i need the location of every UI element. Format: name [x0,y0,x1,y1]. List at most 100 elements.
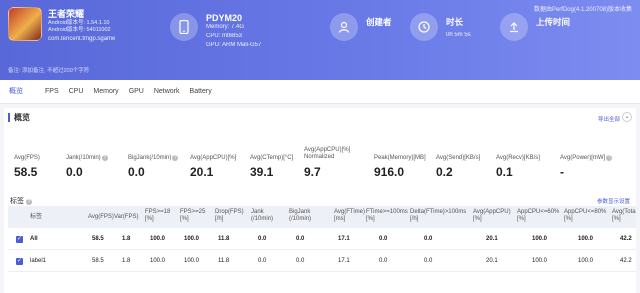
metric-label: Avg(AppCPU)[%] Normalized [304,147,351,160]
tab-bar: 概览 FPS CPU Memory GPU Network Battery [0,80,640,104]
column-settings-link[interactable]: 参数显示设置 [597,197,630,205]
tab-overview[interactable]: 概览 [4,80,28,104]
metric-value: 9.7 [304,165,321,179]
col-header: BigJank (/10min) [289,209,312,222]
cell: 17.1 [338,258,350,264]
tab-battery[interactable]: Battery [185,80,217,104]
overview-title: 概览 [14,113,30,122]
cell: 58.5 [92,258,104,264]
cell: 0.0 [379,258,388,264]
col-header: 标签 [30,214,43,220]
package-name: com.tencent.tmgp.sgame [48,36,116,42]
android-version-code: Android版本号: 54011002 [48,27,111,33]
tags-title: 标签 [10,198,24,205]
metric-value: 916.0 [374,165,405,179]
col-header: FPS>=25 [%] [180,209,206,222]
remark-field[interactable]: 备注: 添加备注, 不超过200个字符 [8,66,89,74]
table-header: 标签 Avg(FPS) Var(FPS) FPS>=18 [%] FPS>=25… [8,206,636,228]
tab-network[interactable]: Network [149,80,185,104]
cell: 17.1 [338,236,350,242]
help-icon[interactable]: ? [25,199,32,205]
tab-fps[interactable]: FPS [40,80,64,104]
cell: 100.0 [184,258,200,264]
tags-heading: 标签 ? [10,196,32,206]
clock-icon [410,13,438,41]
tab-memory[interactable]: Memory [88,80,123,104]
col-header: AppCPU<=80% [%] [564,209,607,222]
metric-label: Avg(Send)[KB/s] [436,155,481,161]
row-checkbox[interactable]: ✓ [16,236,23,243]
cell: 100.0 [578,236,594,242]
cell: 0.0 [424,258,433,264]
tab-gpu[interactable]: GPU [124,80,149,104]
help-icon[interactable]: ? [172,155,179,161]
device-memory: Memory: 7.4G [206,24,245,30]
cell: 0.0 [258,258,267,264]
android-version: Android版本号: 1.54.1.10 [48,20,110,26]
metric-value: 0.1 [496,165,513,179]
cell: 0.0 [424,236,433,242]
metric-bigjank: BigJank(/10min)? 0.0 [128,147,179,179]
cell: 100.0 [150,258,166,264]
cell: 100.0 [532,258,548,264]
metric-value: 0.0 [128,165,145,179]
upload-icon [500,13,528,41]
creator-summary: 创建者 [330,13,392,41]
cell: 100.0 [184,236,200,242]
metric-value: 39.1 [250,165,274,179]
metric-label: Avg(Recv)[KB/s] [496,155,540,161]
row-checkbox[interactable]: ✓ [16,258,23,265]
metric-label: Avg(CTemp)[°C] [250,155,294,161]
metric-label: Avg(AppCPU)[%] [190,155,237,161]
overview-panel: 概览 导出全部 ⌄ Avg(FPS) 58.5 Jank(/10min)? 0.… [4,108,636,293]
metric-avg-ctemp: Avg(CTemp)[°C] 39.1 [250,147,293,179]
collector-version: 数据由PerfDog(4.1.200708)版本收集 [533,7,632,13]
row-label: All [30,236,38,242]
metric-peak-memory: Peak(Memory)[MB] 916.0 [374,147,426,179]
row-label: label1 [30,258,47,264]
cell: 0.0 [379,236,388,242]
col-header: Avg(AppCPU) [%] [473,209,511,222]
cell: 20.1 [486,236,498,242]
app-icon [8,7,42,41]
phone-icon [170,13,198,41]
col-header: Drop(FPS) [/h] [215,209,244,222]
metric-avg-send: Avg(Send)[KB/s] 0.2 [436,147,480,179]
cell: 11.8 [218,258,230,264]
tab-cpu[interactable]: CPU [64,80,89,104]
cell: 0.0 [296,258,305,264]
cell: 0.0 [258,236,267,242]
col-header: Var(FPS) [114,214,139,220]
help-icon[interactable]: ? [101,155,108,161]
col-header: Avg(FPS) [88,214,114,220]
heading-accent [8,113,10,122]
user-icon [330,13,358,41]
chevron-down-icon[interactable]: ⌄ [622,112,632,122]
app-name: 王者荣耀 [48,9,85,19]
metric-value: - [560,165,564,179]
cell: 1.8 [122,258,131,264]
app-summary: 王者荣耀 Android版本号: 1.54.1.10 Android版本号: 5… [8,7,115,42]
duration-title: 时长 [446,17,464,27]
help-icon[interactable]: ? [606,155,613,161]
cell: 42.2 [620,258,632,264]
col-header: FTime>=100ms [%] [366,209,408,222]
overview-heading: 概览 [8,112,30,123]
col-header: AppCPU<=60% [%] [517,209,560,222]
cell: 58.5 [92,236,104,242]
metric-appcpu-normalized: Avg(AppCPU)[%] Normalized 9.7 [304,147,366,179]
cell: 100.0 [150,236,166,242]
metric-jank: Jank(/10min)? 0.0 [66,147,108,179]
device-cpu: CPU: mt6853 [206,33,243,39]
metric-label: Avg(FPS) [14,155,40,161]
metric-label: BigJank(/10min) [128,155,172,161]
upload-title: 上传时间 [536,17,571,27]
device-name: PDYM20 [206,13,243,23]
cell: 11.8 [218,236,230,242]
cell: 100.0 [532,236,548,242]
metric-value: 20.1 [190,165,214,179]
export-all-link[interactable]: 导出全部 [598,115,620,123]
device-gpu: GPU: ARM Mali-G57 [206,42,262,48]
upload-summary: 上传时间 [500,13,570,41]
duration-value: 0h 5m 5s [446,32,471,38]
